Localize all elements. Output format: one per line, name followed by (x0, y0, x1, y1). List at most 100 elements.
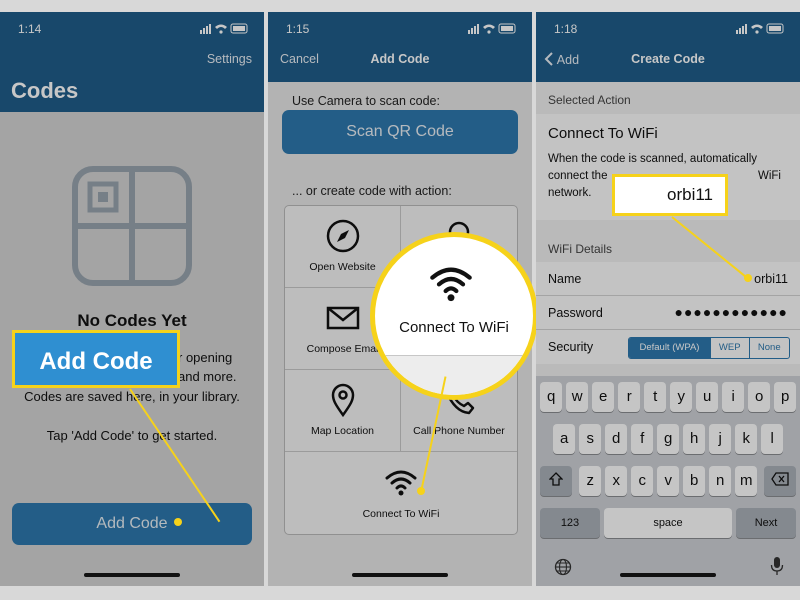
keyboard: qwertyuiop asdfghjkl zxcvbnm 123 space N… (536, 376, 800, 586)
wifi-form: Name orbi11 Password ●●●●●●●●●●●● Securi… (536, 262, 800, 364)
nav-title: Create Code (631, 52, 705, 66)
envelope-icon (326, 306, 360, 330)
key-z[interactable]: z (579, 466, 602, 496)
phone-screen-codes: 1:14 Codes Settings No Codes Yet r openi… (0, 12, 264, 586)
signal-wifi-battery-icon (200, 23, 248, 34)
callout-dot (174, 518, 182, 526)
action-desc-1: When the code is scanned, automatically (548, 153, 758, 165)
action-desc-3: network. (548, 187, 592, 199)
name-label: Name (548, 272, 582, 286)
empty-state-title: No Codes Yet (77, 311, 187, 330)
next-key[interactable]: Next (736, 508, 796, 538)
tutorial-collage: 1:14 Codes Settings No Codes Yet r openi… (0, 0, 800, 600)
action-label: Call Phone Number (413, 425, 505, 437)
wifi-details-header: WiFi Details (548, 242, 613, 256)
action-label: Map Location (310, 425, 375, 437)
key-x[interactable]: x (605, 466, 628, 496)
key-q[interactable]: q (540, 382, 563, 412)
empty-state-hint: Tap 'Add Code' to get started. (46, 428, 218, 443)
empty-state-desc-2: and more. (178, 369, 237, 384)
status-time: 1:14 (18, 22, 42, 36)
security-option-none[interactable]: None (748, 338, 790, 358)
magnifier-callout: Connect To WiFi (370, 232, 538, 400)
compass-icon (326, 219, 360, 253)
key-f[interactable]: f (631, 424, 654, 454)
camera-section-label: Use Camera to scan code: (292, 94, 440, 108)
home-indicator (620, 573, 716, 577)
create-section-label: ... or create code with action: (292, 184, 452, 198)
wifi-icon (430, 267, 472, 302)
add-code-callout: Add Code (12, 330, 180, 388)
security-row: Security Default (WPA) WEP None (536, 330, 800, 364)
key-l[interactable]: l (761, 424, 784, 454)
phone-screen-create-code: Add Create Code 1:18 Selected Action Con… (536, 12, 800, 586)
qr-placeholder-icon (72, 166, 192, 286)
empty-state-desc-1: r opening (178, 350, 233, 365)
action-desc-2a: connect the (548, 170, 608, 182)
key-n[interactable]: n (709, 466, 732, 496)
password-row[interactable]: Password ●●●●●●●●●●●● (536, 296, 800, 330)
name-value-callout: orbi11 (612, 174, 728, 216)
key-w[interactable]: w (566, 382, 589, 412)
status-time: 1:18 (554, 22, 578, 36)
key-d[interactable]: d (605, 424, 628, 454)
key-c[interactable]: c (631, 466, 654, 496)
key-m[interactable]: m (735, 466, 758, 496)
globe-icon[interactable] (554, 558, 572, 576)
name-field[interactable]: orbi11 (754, 272, 788, 286)
key-h[interactable]: h (683, 424, 706, 454)
magnifier-divider (375, 355, 533, 395)
page-title: Codes (11, 78, 79, 103)
key-y[interactable]: y (670, 382, 693, 412)
key-t[interactable]: t (644, 382, 667, 412)
key-i[interactable]: i (722, 382, 745, 412)
action-desc-2b: WiFi (758, 170, 781, 182)
name-row[interactable]: Name orbi11 (536, 262, 800, 296)
callout-dot (417, 487, 425, 495)
key-b[interactable]: b (683, 466, 706, 496)
security-option-wpa[interactable]: Default (WPA) (629, 338, 710, 358)
shift-key[interactable] (540, 466, 572, 496)
map-pin-icon (331, 383, 355, 418)
key-a[interactable]: a (553, 424, 576, 454)
scan-qr-button[interactable]: Scan QR Code (282, 110, 518, 154)
key-r[interactable]: r (618, 382, 641, 412)
security-segmented-control[interactable]: Default (WPA) WEP None (628, 337, 790, 359)
space-key[interactable]: space (604, 508, 732, 538)
key-e[interactable]: e (592, 382, 615, 412)
key-o[interactable]: o (748, 382, 771, 412)
signal-wifi-battery-icon (468, 23, 516, 34)
action-label: Connect To WiFi (362, 508, 440, 520)
settings-link[interactable]: Settings (207, 52, 252, 66)
key-g[interactable]: g (657, 424, 680, 454)
key-u[interactable]: u (696, 382, 719, 412)
key-k[interactable]: k (735, 424, 758, 454)
callout-dot (744, 274, 752, 282)
action-title: Connect To WiFi (548, 125, 658, 142)
key-s[interactable]: s (579, 424, 602, 454)
numbers-key[interactable]: 123 (540, 508, 600, 538)
backspace-key[interactable] (764, 466, 796, 496)
selected-action-header: Selected Action (548, 93, 631, 107)
password-label: Password (548, 306, 603, 320)
action-connect-wifi[interactable]: Connect To WiFi (285, 452, 517, 534)
status-bar: 1:15 (268, 12, 532, 38)
status-bar: 1:18 (536, 12, 800, 38)
security-option-wep[interactable]: WEP (709, 338, 749, 358)
backspace-icon (771, 472, 789, 486)
key-v[interactable]: v (657, 466, 680, 496)
microphone-icon[interactable] (770, 556, 784, 576)
home-indicator (84, 573, 180, 577)
key-j[interactable]: j (709, 424, 732, 454)
status-time: 1:15 (286, 22, 310, 36)
signal-wifi-battery-icon (736, 23, 784, 34)
magnifier-label: Connect To WiFi (399, 319, 509, 336)
status-bar: 1:14 (0, 12, 264, 38)
add-code-button[interactable]: Add Code (12, 503, 252, 545)
password-field[interactable]: ●●●●●●●●●●●● (675, 304, 788, 320)
shift-icon (548, 472, 564, 486)
nav-title: Add Code (370, 52, 430, 66)
key-p[interactable]: p (774, 382, 797, 412)
security-label: Security (548, 340, 594, 354)
wifi-icon (385, 470, 417, 496)
